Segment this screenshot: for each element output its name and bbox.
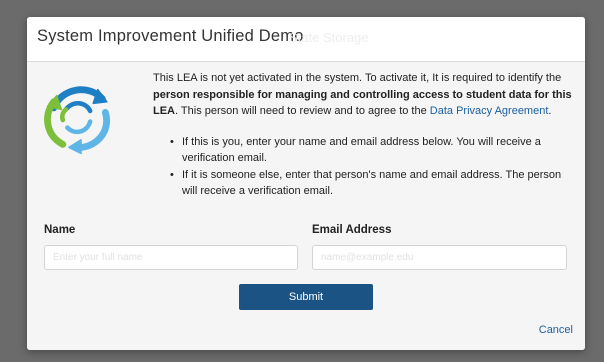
intro-text-3: . [548, 105, 552, 117]
data-privacy-agreement-link[interactable]: Data Privacy Agreement [430, 105, 549, 117]
circular-arrows-logo-icon [44, 86, 111, 155]
cancel-link[interactable]: Cancel [539, 324, 573, 336]
intro-text-1: This LEA is not yet activated in the sys… [153, 72, 562, 84]
email-input[interactable] [312, 245, 567, 270]
instruction-list: If this is you, enter your name and emai… [170, 135, 575, 201]
list-item: If this is you, enter your name and emai… [170, 135, 575, 166]
modal-header: System Improvement Unified Demo State St… [27, 17, 585, 62]
list-item: If it is someone else, enter that person… [170, 168, 575, 199]
email-label: Email Address [312, 224, 392, 236]
intro-text-2: . This person will need to review and to… [175, 105, 430, 117]
name-label: Name [44, 224, 76, 236]
activation-modal: System Improvement Unified Demo State St… [27, 17, 585, 350]
modal-title: System Improvement Unified Demo [37, 27, 304, 45]
modal-subtitle: State Storage [289, 30, 369, 45]
name-input[interactable] [44, 245, 298, 270]
submit-button[interactable]: Submit [239, 284, 373, 310]
intro-text: This LEA is not yet activated in the sys… [153, 70, 577, 120]
modal-body: This LEA is not yet activated in the sys… [27, 62, 585, 350]
